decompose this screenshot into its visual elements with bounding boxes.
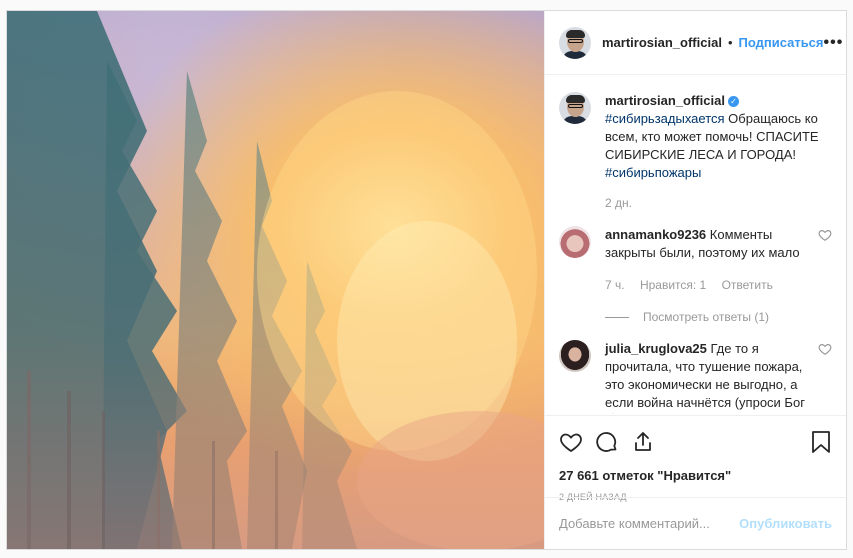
bookmark-icon[interactable] [810,430,832,454]
author-avatar[interactable] [559,26,591,59]
share-icon[interactable] [631,430,655,454]
more-options-button[interactable]: ••• [824,34,844,52]
caption-meta: 2 дн. [605,194,832,212]
hashtag-link[interactable]: #сибирьпожары [605,165,701,180]
like-comment-heart-icon[interactable] [818,342,832,356]
post-sidebar: martirosian_official • Подписаться ••• m… [544,11,846,549]
view-replies-label: Посмотреть ответы (1) [643,310,770,324]
comment-bubble-icon[interactable] [595,430,619,454]
comment-username[interactable]: annamanko9236 [605,227,706,242]
comment-body: julia_kruglova25 Где то я прочитала, что… [605,340,818,414]
post-header: martirosian_official • Подписаться ••• [545,11,846,75]
reply-button[interactable]: Ответить [722,278,773,292]
comment-likes[interactable]: Нравится: 1 [640,278,706,292]
separator-dot: • [727,35,733,50]
action-icons [559,426,832,458]
instagram-post: martirosian_official • Подписаться ••• m… [6,10,847,550]
hashtag-link[interactable]: #сибирьзадыхается [605,111,725,126]
verified-badge-icon: ✓ [727,96,739,108]
like-comment-heart-icon[interactable] [818,228,832,242]
publish-button[interactable]: Опубликовать [739,516,832,531]
replies-divider [605,316,629,318]
caption-time[interactable]: 2 дн. [605,196,632,210]
likes-count[interactable]: 27 661 отметок "Нравится" [559,468,832,483]
comment-username[interactable]: julia_kruglova25 [605,341,707,356]
comment-input[interactable] [559,516,740,531]
caption-author-avatar[interactable] [559,92,591,124]
caption: martirosian_official ✓ #сибирьзадыхается … [559,92,832,212]
forest-fire-image [7,11,544,549]
comment-body: annamanko9236 Комменты закрыты были, поэ… [605,226,818,294]
caption-username[interactable]: martirosian_official [605,93,725,108]
follow-button[interactable]: Подписаться [739,35,824,50]
comments-section: martirosian_official ✓ #сибирьзадыхается … [545,76,846,414]
post-actions: 27 661 отметок "Нравится" 2 ДНЕЙ НАЗАД [545,415,846,502]
comment-item: annamanko9236 Комменты закрыты были, поэ… [559,226,832,294]
caption-body: martirosian_official ✓ #сибирьзадыхается … [605,92,832,212]
comment-meta: 7 ч. Нравится: 1 Ответить [605,276,818,294]
author-username[interactable]: martirosian_official [602,35,722,50]
like-heart-icon[interactable] [559,430,583,454]
comment-time[interactable]: 7 ч. [605,278,625,292]
comment-item: julia_kruglova25 Где то я прочитала, что… [559,340,832,414]
add-comment-bar: Опубликовать [545,497,846,549]
commenter-avatar[interactable] [559,226,591,258]
commenter-avatar[interactable] [559,340,591,372]
view-replies-button[interactable]: Посмотреть ответы (1) [605,310,832,324]
post-photo[interactable] [7,11,544,549]
